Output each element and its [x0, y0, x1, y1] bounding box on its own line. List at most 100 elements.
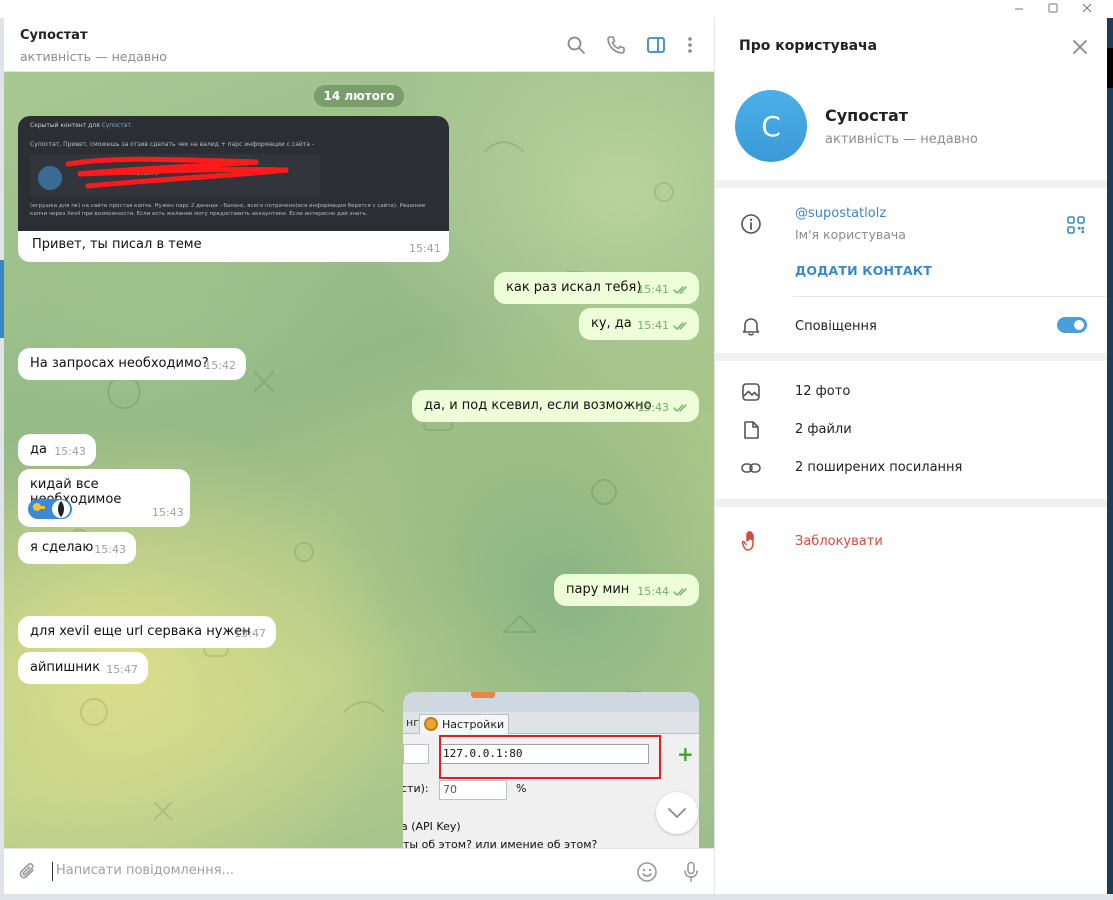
- search-icon[interactable]: [564, 33, 588, 57]
- message-text: да: [30, 442, 47, 457]
- date-separator: 14 лютого: [314, 85, 404, 107]
- info-icon: [739, 212, 763, 236]
- add-contact-button[interactable]: ДОДАТИ КОНТАКТ: [795, 263, 932, 278]
- redaction-scribble: [65, 156, 289, 189]
- message-input[interactable]: Написати повідомлення...: [56, 863, 234, 878]
- screenshot-api-key-label: а (API Key): [403, 820, 461, 833]
- chat-header: Супостат активність — недавно: [4, 18, 714, 72]
- more-options-icon[interactable]: [678, 33, 702, 57]
- block-user-button[interactable]: Заблокувати: [795, 534, 883, 549]
- attach-icon[interactable]: [16, 860, 40, 884]
- message-text: как раз искал тебя): [506, 280, 642, 295]
- screenshot-orange-tab: [471, 692, 495, 698]
- message-time: 15:41: [637, 319, 669, 332]
- message-composer: Написати повідомлення...: [4, 848, 714, 894]
- message-bubble-outgoing[interactable]: да, и под ксевил, если возможно 15:43: [412, 390, 699, 422]
- avatar[interactable]: С: [735, 90, 807, 162]
- message-text: для xevil еще url сервака нужен: [30, 624, 251, 639]
- screenshot-tabbar: нг Настройки: [403, 712, 699, 734]
- screenshot-topbar: [403, 692, 699, 712]
- chat-title[interactable]: Супостат: [20, 28, 87, 43]
- read-ticks-icon: [673, 322, 687, 330]
- text-caret: [52, 862, 53, 881]
- background-window-mark: [1107, 48, 1113, 88]
- photo-message-screenshot[interactable]: нг Настройки 127.0.0.1:80 + сти): 70 % а…: [403, 692, 699, 848]
- microphone-icon[interactable]: [679, 860, 703, 884]
- highlight-box: [439, 735, 661, 779]
- section-divider: [715, 353, 1108, 361]
- message-time: 15:47: [234, 627, 266, 640]
- screenshot-percent-sign: %: [516, 782, 527, 795]
- tab-settings-label: Настройки: [442, 718, 505, 731]
- scroll-down-button[interactable]: [656, 792, 698, 834]
- message-bubble-incoming[interactable]: На запросах необходимо? 15:42: [18, 348, 246, 380]
- background-window-strip: [1107, 18, 1113, 894]
- message-time: 15:43: [637, 401, 669, 414]
- message-text: айпишник: [30, 660, 101, 675]
- username-label: Ім'я користувача: [795, 227, 906, 242]
- section-divider: [715, 499, 1108, 507]
- qr-code-icon[interactable]: [1065, 214, 1087, 236]
- message-time: 15:43: [54, 445, 86, 458]
- message-text: пару мин: [566, 582, 630, 597]
- maximize-icon[interactable]: [1036, 0, 1070, 16]
- window-titlebar: [0, 0, 1113, 18]
- emoji-picker-icon[interactable]: [635, 860, 659, 884]
- message-bubble-outgoing[interactable]: как раз искал тебя) 15:41: [494, 272, 699, 304]
- chat-status: активність — недавно: [20, 49, 167, 64]
- custom-emoji: [28, 499, 72, 519]
- close-icon[interactable]: [1069, 36, 1091, 58]
- message-time: 15:43: [152, 506, 184, 519]
- window-close-icon[interactable]: [1070, 0, 1104, 16]
- media-photos-item[interactable]: 12 фото: [795, 384, 850, 399]
- chat-history[interactable]: 14 лютого Скрытый контент для Супостат. …: [4, 72, 714, 848]
- minimize-icon[interactable]: [1002, 0, 1036, 16]
- user-info-panel: Про користувача С Супостат активність — …: [714, 18, 1108, 894]
- media-links-item[interactable]: 2 поширених посилання: [795, 460, 962, 475]
- divider-line: [793, 296, 1108, 297]
- message-time: 15:47: [106, 663, 138, 676]
- message-bubble-incoming[interactable]: я сделаю 15:43: [18, 532, 136, 564]
- message-time: 15:44: [637, 585, 669, 598]
- username-link[interactable]: @supostatlolz: [795, 206, 886, 221]
- emoji-icon: [33, 500, 70, 518]
- embed-header: Скрытый контент для Супостат.: [30, 122, 133, 129]
- message-bubble-incoming[interactable]: айпишник 15:47: [18, 652, 148, 684]
- plus-icon: +: [677, 742, 694, 766]
- toggle-knob: [1072, 318, 1086, 332]
- message-text: На запросах необходимо?: [30, 356, 209, 371]
- read-ticks-icon: [673, 286, 687, 294]
- link-icon: [739, 456, 763, 480]
- notifications-label: Сповіщення: [795, 319, 877, 334]
- message-text: Привет, ты писал в теме: [32, 237, 202, 252]
- phone-icon[interactable]: [604, 33, 628, 57]
- message-time: 15:42: [204, 359, 236, 372]
- message-bubble-outgoing[interactable]: пару мин 15:44: [554, 574, 699, 606]
- message-bubble-incoming[interactable]: для xevil еще url сервака нужен 15:47: [18, 616, 276, 648]
- message-time: 15:41: [409, 242, 441, 255]
- screenshot-label: сти):: [403, 782, 429, 795]
- notifications-toggle[interactable]: [1057, 317, 1087, 333]
- file-icon: [739, 418, 763, 442]
- message-time: 15:41: [637, 283, 669, 296]
- profile-status: активність — недавно: [825, 132, 978, 147]
- screenshot-spinner: [403, 744, 429, 764]
- panel-title: Про користувача: [739, 38, 878, 54]
- screenshot-tab-settings: Настройки: [419, 714, 509, 734]
- window-bottom-border: [0, 894, 1113, 900]
- message-time: 15:43: [94, 543, 126, 556]
- embed-greeting: Супостат, Привет, сможешь за отзив сдела…: [30, 141, 315, 148]
- message-bubble-incoming[interactable]: кидай все необходимое 15:43: [18, 469, 190, 527]
- profile-name: Супостат: [825, 106, 909, 125]
- read-ticks-icon: [673, 588, 687, 596]
- screenshot-percent-field: 70: [439, 780, 507, 800]
- media-files-item[interactable]: 2 файли: [795, 422, 852, 437]
- message-bubble-outgoing[interactable]: ку, да 15:41: [579, 308, 699, 340]
- embed-body: (игрушка для пк) на сайте простая капча.…: [30, 203, 426, 217]
- screenshot-tab-partial: нг: [406, 716, 419, 729]
- bell-icon: [739, 314, 763, 338]
- sidebar-toggle-icon[interactable]: [644, 33, 668, 57]
- message-bubble-incoming[interactable]: да 15:43: [18, 434, 96, 466]
- embedded-forum-screenshot[interactable]: Скрытый контент для Супостат. Супостат, …: [18, 116, 449, 231]
- photo-icon: [739, 380, 763, 404]
